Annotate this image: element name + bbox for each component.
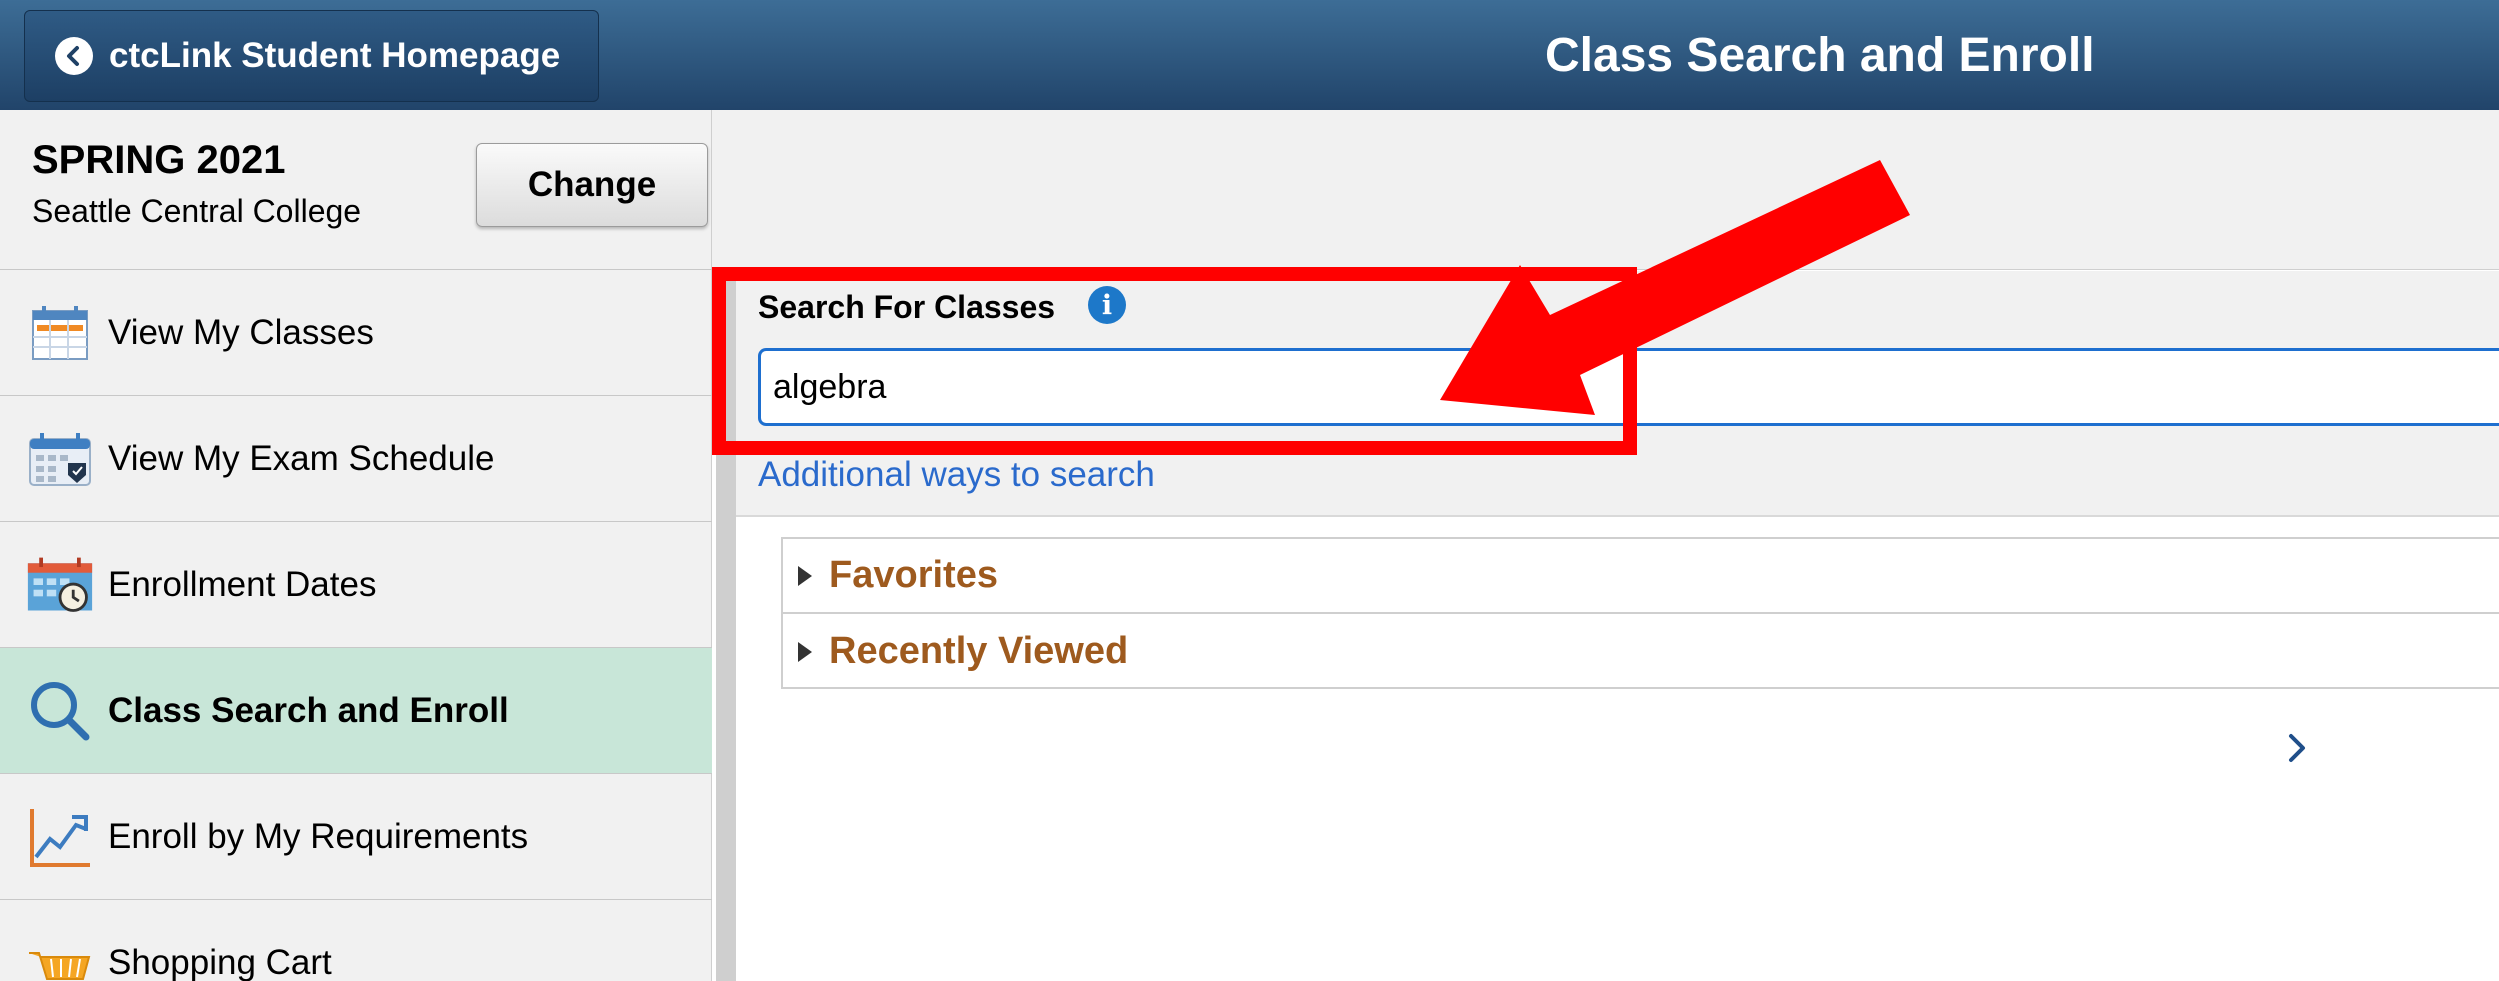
- sidebar-item-view-my-classes[interactable]: View My Classes: [0, 270, 712, 396]
- section-label: Recently Viewed: [829, 630, 1129, 672]
- sidebar-item-label: Enroll by My Requirements: [108, 816, 529, 856]
- saved-searches-sections: Favorites Recently Viewed: [781, 537, 2499, 689]
- term-name: SPRING 2021: [32, 138, 286, 182]
- section-label: Favorites: [829, 554, 998, 596]
- recently-viewed-section-toggle[interactable]: Recently Viewed: [783, 614, 2499, 689]
- cart-icon: [26, 929, 94, 981]
- chevron-left-icon: [55, 37, 93, 75]
- pane-splitter[interactable]: [716, 270, 736, 981]
- chart-icon: [26, 803, 94, 871]
- sidebar-item-enroll-by-my-requirements[interactable]: Enroll by My Requirements: [0, 774, 712, 900]
- sidebar: SPRING 2021 Seattle Central College Chan…: [0, 110, 712, 981]
- calendar-icon: [26, 299, 94, 367]
- class-search-input[interactable]: [758, 348, 2499, 426]
- calendar-clock-icon: [26, 551, 94, 619]
- app-header: ctcLink Student Homepage Class Search an…: [0, 0, 2499, 110]
- sidebar-item-label: Shopping Cart: [108, 942, 332, 981]
- page-title: Class Search and Enroll: [1545, 29, 2095, 82]
- sidebar-item-enrollment-dates[interactable]: Enrollment Dates: [0, 522, 712, 648]
- additional-ways-to-search-link[interactable]: Additional ways to search: [758, 455, 1155, 495]
- change-term-button[interactable]: Change: [476, 143, 708, 227]
- info-icon[interactable]: i: [1088, 286, 1126, 324]
- sidebar-item-label: View My Exam Schedule: [108, 438, 495, 478]
- chevron-right-icon[interactable]: [2277, 728, 2317, 768]
- sidebar-item-label: Class Search and Enroll: [108, 690, 509, 730]
- search-icon: [26, 677, 94, 745]
- sidebar-item-view-my-exam-schedule[interactable]: View My Exam Schedule: [0, 396, 712, 522]
- sidebar-item-shopping-cart[interactable]: Shopping Cart: [0, 900, 712, 981]
- triangle-right-icon: [798, 641, 812, 662]
- term-selector: SPRING 2021 Seattle Central College Chan…: [0, 110, 712, 270]
- term-school: Seattle Central College: [32, 193, 362, 229]
- triangle-right-icon: [798, 565, 812, 586]
- search-for-classes-label: Search For Classes: [758, 289, 1056, 325]
- favorites-section-toggle[interactable]: Favorites: [783, 539, 2499, 614]
- exam-schedule-icon: [26, 425, 94, 493]
- sidebar-item-label: Enrollment Dates: [108, 564, 377, 604]
- sidebar-item-label: View My Classes: [108, 312, 374, 352]
- back-button-label: ctcLink Student Homepage: [109, 36, 561, 75]
- back-to-homepage-button[interactable]: ctcLink Student Homepage: [24, 10, 599, 102]
- sidebar-item-class-search-and-enroll[interactable]: Class Search and Enroll: [0, 648, 712, 774]
- content-header-area: [712, 110, 2499, 270]
